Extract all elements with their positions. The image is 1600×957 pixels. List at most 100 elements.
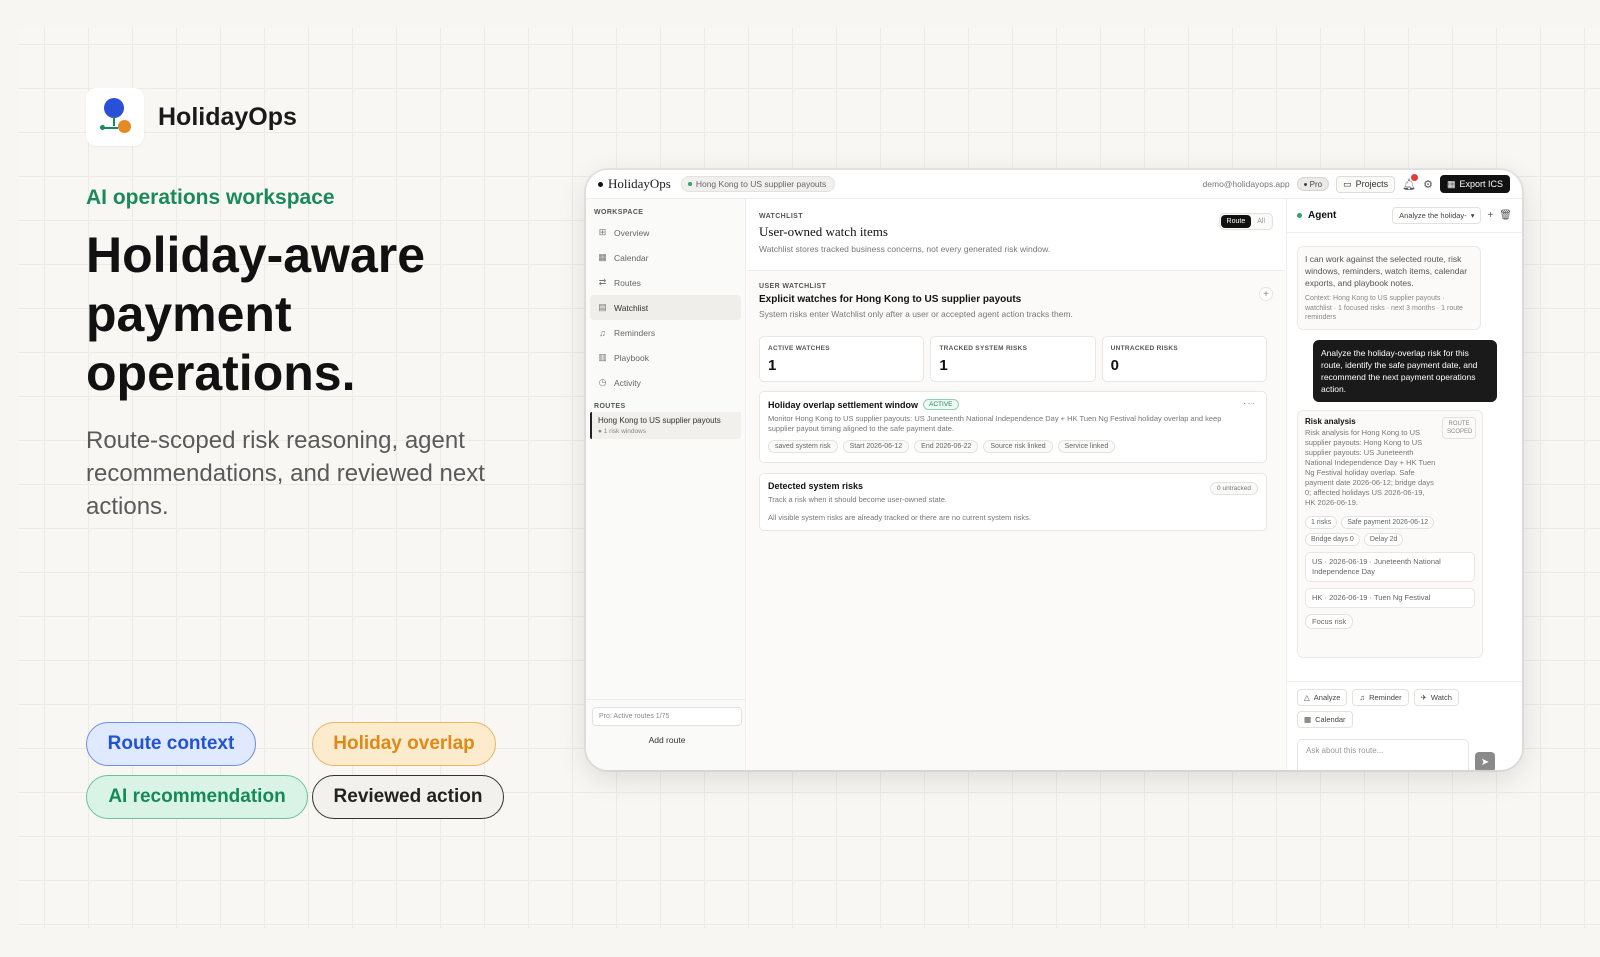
book-icon: ▥ (598, 352, 607, 362)
agent-title: Agent (1308, 210, 1337, 221)
export-ics-button[interactable]: ▦ Export ICS (1439, 175, 1510, 193)
agent-prompt-select[interactable]: Analyze the holiday- ▾ (1392, 207, 1482, 224)
reminder-button[interactable]: ♫ Reminder (1352, 689, 1409, 706)
sidebar-item-watchlist[interactable]: ▤ Watchlist (590, 295, 741, 320)
scope-route-tab[interactable]: Route (1220, 215, 1252, 228)
main-header: WATCHLIST User-owned watch items Watchli… (747, 199, 1285, 271)
notification-badge (1411, 174, 1419, 181)
sidebar-item-playbook[interactable]: ▥ Playbook (590, 345, 741, 370)
watch-item-text: Monitor Hong Kong to US supplier payouts… (768, 414, 1222, 433)
sidebar-section-routes: ROUTES (594, 403, 626, 410)
main-panel: WATCHLIST User-owned watch items Watchli… (747, 199, 1285, 770)
detected-risks-description: Track a risk when it should become user-… (768, 495, 947, 504)
bookmark-icon: ▤ (598, 302, 607, 312)
watch-button[interactable]: ✈ Watch (1413, 689, 1459, 706)
warning-icon: △ (1304, 693, 1310, 702)
app-dot-icon (598, 181, 603, 187)
page-description: Watchlist stores tracked business concer… (759, 244, 1051, 254)
status-dot-icon (687, 182, 692, 186)
sidebar-item-routes[interactable]: ⇄ Routes (590, 270, 741, 295)
chevron-down-icon: ▾ (1470, 211, 1475, 220)
tag: saved system risk (768, 440, 838, 453)
watch-item-title: Holiday overlap settlement window (768, 399, 919, 410)
tag: End 2026-06-22 (914, 440, 979, 453)
sidebar-item-calendar[interactable]: ▦ Calendar (590, 245, 741, 270)
calendar-button[interactable]: ▦ Calendar (1297, 711, 1353, 728)
sidebar: WORKSPACE ⊞ Overview ▦ Calendar ⇄ Routes ▤ W… (586, 199, 746, 770)
sidebar-section-workspace: WORKSPACE (594, 209, 644, 216)
user-message: Analyze the holiday-overlap risk for thi… (1313, 340, 1497, 402)
tag: Bridge days 0 (1305, 533, 1360, 546)
route-scoped-badge: ROUTE SCOPED (1442, 417, 1476, 439)
page-title: User-owned watch items (759, 224, 888, 239)
watch-item-tags: saved system risk Start 2026-06-12 End 2… (768, 440, 1258, 453)
projects-button[interactable]: ▭ Projects (1336, 175, 1396, 193)
tag: Safe payment 2026-06-12 (1341, 516, 1435, 529)
settings-gear-icon[interactable]: ⚙ (1423, 178, 1433, 191)
add-watch-button[interactable]: + (1259, 287, 1273, 301)
agent-divider (1287, 681, 1522, 682)
app-brand[interactable]: HolidayOps (608, 176, 671, 192)
tag: 1 risks (1305, 516, 1338, 529)
pin-icon: ✈ (1420, 693, 1427, 702)
plan-status: Pro: Active routes 1/75 (592, 707, 742, 726)
grid-icon: ⊞ (598, 227, 607, 237)
calendar-icon: ▦ (1446, 178, 1456, 189)
agent-panel: Agent Analyze the holiday- ▾ + 🗑︎ I can w… (1286, 199, 1522, 770)
route-item-title: Hong Kong to US supplier payouts (598, 416, 721, 425)
more-options-icon[interactable]: ··· (1243, 398, 1256, 409)
route-item-subtitle: ● 1 risk windows (598, 428, 646, 435)
risk-analysis-body: Risk analysis for Hong Kong to US suppli… (1305, 428, 1436, 507)
sidebar-route-item[interactable]: Hong Kong to US supplier payouts ● 1 ris… (590, 412, 741, 439)
sidebar-divider (586, 699, 746, 700)
scope-all-tab[interactable]: All (1251, 218, 1271, 225)
detected-risks-note: All visible system risks are already tra… (768, 513, 1032, 522)
stat-active-watches: ACTIVE WATCHES 1 (759, 336, 925, 382)
sidebar-item-activity[interactable]: ◷ Activity (590, 370, 741, 395)
route-selector[interactable]: Hong Kong to US supplier payouts (680, 176, 836, 192)
add-route-button[interactable]: Add route (592, 730, 742, 749)
send-button[interactable]: ➤ (1475, 752, 1495, 770)
brand: HolidayOps (86, 88, 297, 146)
page-edge-bottom (0, 928, 1600, 957)
focus-risk-button[interactable]: Focus risk (1305, 614, 1354, 629)
holiday-item: US · 2026-06-19 · Juneteenth National In… (1305, 552, 1475, 582)
scope-toggle: Route All (1218, 213, 1273, 230)
trash-icon[interactable]: 🗑︎ (1499, 210, 1512, 221)
watch-item-card[interactable]: Holiday overlap settlement window ACTIVE … (759, 391, 1267, 463)
chip-holiday-overlap: Holiday overlap (312, 722, 496, 766)
detected-risks-title: Detected system risks (768, 481, 864, 491)
agent-chat-input[interactable]: Ask about this route... (1297, 739, 1469, 770)
risk-analysis-tags: 1 risks Safe payment 2026-06-12 Bridge d… (1305, 516, 1475, 546)
route-selector-label: Hong Kong to US supplier payouts (695, 179, 827, 189)
analyze-button[interactable]: △ Analyze (1297, 689, 1348, 706)
tag: Source risk linked (983, 440, 1053, 453)
user-watchlist-kicker: USER WATCHLIST (759, 283, 827, 290)
detected-risks-card: Detected system risks Track a risk when … (759, 473, 1267, 531)
tag: Delay 2d (1363, 533, 1404, 546)
chip-reviewed-action: Reviewed action (312, 775, 504, 819)
stats-row: ACTIVE WATCHES 1 TRACKED SYSTEM RISKS 1 UN… (759, 336, 1267, 382)
page-edge-left (0, 0, 18, 957)
chip-ai-recommendation: AI recommendation (86, 775, 308, 819)
new-chat-plus-icon[interactable]: + (1487, 210, 1493, 221)
page-edge-top (0, 0, 1600, 28)
top-bar: HolidayOps Hong Kong to US supplier payo… (586, 170, 1522, 199)
clock-icon: ◷ (598, 377, 607, 387)
agent-header: Agent Analyze the holiday- ▾ + 🗑︎ (1287, 199, 1522, 233)
calendar-icon: ▦ (1304, 715, 1312, 724)
agent-intro-text: I can work against the selected route, r… (1305, 254, 1468, 288)
bell-icon: ♫ (1359, 693, 1366, 702)
sidebar-item-reminders[interactable]: ♫ Reminders (590, 320, 741, 345)
tag: Service linked (1057, 440, 1116, 453)
chip-route-context: Route context (86, 722, 256, 766)
sidebar-item-overview[interactable]: ⊞ Overview (590, 220, 741, 245)
plus-icon: + (1263, 288, 1269, 300)
user-watchlist-description: System risks enter Watchlist only after … (759, 309, 1073, 319)
tag: Start 2026-06-12 (842, 440, 910, 453)
risk-analysis-card: Risk analysis ROUTE SCOPED Risk analysis… (1297, 410, 1483, 658)
hero-kicker: AI operations workspace (86, 186, 335, 209)
brand-name: HolidayOps (158, 102, 297, 131)
notifications-button[interactable]: 🔔︎ (1402, 174, 1419, 191)
calendar-icon: ▦ (598, 252, 607, 262)
